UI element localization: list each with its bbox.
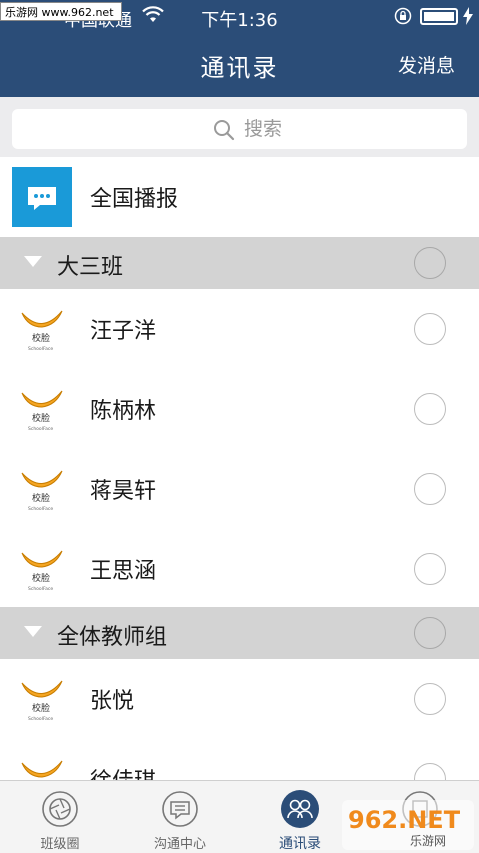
svg-text:校脸: 校脸 bbox=[32, 572, 50, 584]
schoolface-logo-icon: 校脸 SchoolFace bbox=[21, 470, 63, 512]
send-message-button[interactable]: 发消息 bbox=[398, 51, 455, 78]
rotation-lock-icon bbox=[394, 7, 412, 25]
contact-row[interactable]: 校脸 SchoolFace 张悦 bbox=[0, 659, 479, 739]
group-select-checkbox[interactable] bbox=[414, 617, 446, 649]
site-watermark: 乐游网 www.962.net bbox=[0, 2, 122, 21]
contact-name: 汪子洋 bbox=[90, 319, 157, 344]
site-logo-badge: 962.NET 乐游网 bbox=[342, 800, 474, 850]
group-header[interactable]: 全体教师组 bbox=[0, 607, 479, 659]
contact-name: 蒋昊轩 bbox=[90, 479, 157, 504]
chat-bubble-icon bbox=[12, 167, 72, 227]
contact-select-checkbox[interactable] bbox=[414, 313, 446, 345]
search-box[interactable] bbox=[12, 109, 467, 149]
contact-row[interactable]: 校脸 SchoolFace 汪子洋 bbox=[0, 289, 479, 369]
svg-text:乐游网: 乐游网 bbox=[410, 834, 446, 848]
svg-text:SchoolFace: SchoolFace bbox=[28, 506, 53, 512]
broadcast-label: 全国播报 bbox=[90, 187, 179, 212]
contact-row[interactable]: 校脸 SchoolFace 王思涵 bbox=[0, 529, 479, 609]
svg-text:SchoolFace: SchoolFace bbox=[28, 716, 53, 722]
group-select-checkbox[interactable] bbox=[414, 247, 446, 279]
group-name: 全体教师组 bbox=[57, 625, 168, 650]
contact-row[interactable]: 校脸 SchoolFace 蒋昊轩 bbox=[0, 449, 479, 529]
contact-select-checkbox[interactable] bbox=[414, 393, 446, 425]
svg-text:校脸: 校脸 bbox=[32, 702, 50, 714]
contact-name: 王思涵 bbox=[90, 559, 157, 584]
tab-label: 班级圈 bbox=[40, 837, 80, 852]
tab-communication[interactable]: 沟通中心 bbox=[120, 781, 240, 853]
svg-text:SchoolFace: SchoolFace bbox=[28, 586, 53, 592]
charging-bolt-icon bbox=[463, 7, 473, 25]
schoolface-logo-icon: 校脸 SchoolFace bbox=[21, 680, 63, 722]
svg-text:校脸: 校脸 bbox=[32, 492, 50, 504]
search-icon bbox=[214, 120, 235, 141]
svg-text:SchoolFace: SchoolFace bbox=[28, 346, 53, 352]
schoolface-logo-icon: 校脸 SchoolFace bbox=[21, 310, 63, 352]
svg-text:校脸: 校脸 bbox=[32, 332, 50, 344]
group-header[interactable]: 大三班 bbox=[0, 237, 479, 289]
camera-lens-icon bbox=[42, 791, 78, 827]
contact-name: 张悦 bbox=[90, 689, 135, 714]
group-name: 大三班 bbox=[57, 255, 124, 280]
app-header: 中国联通 下午1:36 乐游网 www.962.net 通讯录 发消息 bbox=[0, 0, 479, 97]
collapse-triangle-icon bbox=[24, 626, 42, 637]
people-icon bbox=[281, 790, 319, 828]
svg-text:962.NET: 962.NET bbox=[348, 806, 461, 834]
contact-select-checkbox[interactable] bbox=[414, 553, 446, 585]
search-bar bbox=[0, 97, 479, 157]
battery-icon bbox=[420, 8, 458, 25]
contact-select-checkbox[interactable] bbox=[414, 683, 446, 715]
collapse-triangle-icon bbox=[24, 256, 42, 267]
search-input[interactable] bbox=[244, 115, 444, 143]
chat-icon bbox=[162, 791, 198, 827]
tab-class-circle[interactable]: 班级圈 bbox=[0, 781, 120, 853]
broadcast-row[interactable]: 全国播报 bbox=[0, 157, 479, 237]
svg-text:校脸: 校脸 bbox=[32, 412, 50, 424]
contact-row[interactable]: 校脸 SchoolFace 陈柄林 bbox=[0, 369, 479, 449]
contact-name: 陈柄林 bbox=[90, 399, 157, 424]
schoolface-logo-icon: 校脸 SchoolFace bbox=[21, 390, 63, 432]
contact-select-checkbox[interactable] bbox=[414, 473, 446, 505]
schoolface-logo-icon: 校脸 SchoolFace bbox=[21, 550, 63, 592]
svg-text:SchoolFace: SchoolFace bbox=[28, 426, 53, 432]
tab-label: 沟通中心 bbox=[153, 837, 206, 852]
